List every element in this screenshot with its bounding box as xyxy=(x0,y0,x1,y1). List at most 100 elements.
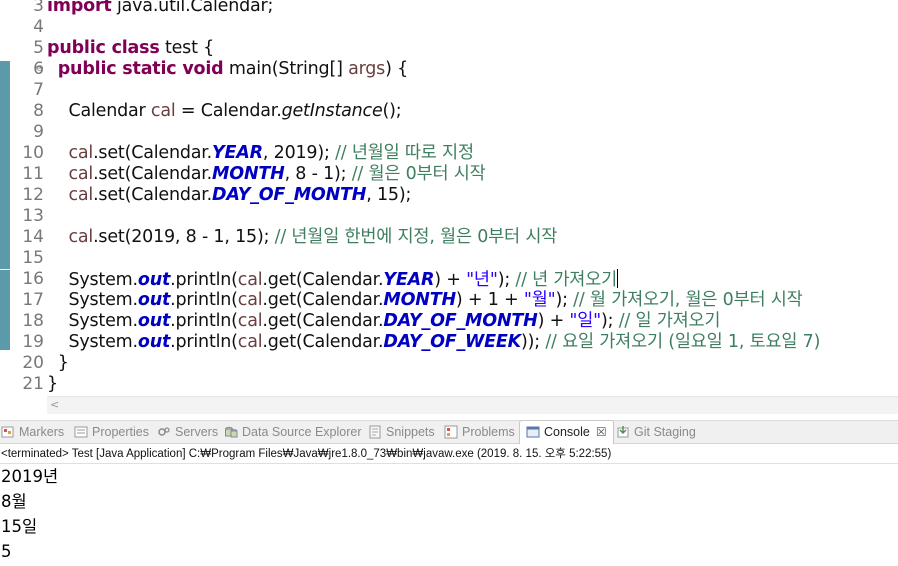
code-token: .set(Calendar. xyxy=(93,164,213,184)
tab-console[interactable]: Console ☒ xyxy=(519,420,614,444)
line-number: 9 xyxy=(33,122,44,142)
code-token: (); xyxy=(382,101,402,121)
line-number: 4 xyxy=(33,17,44,37)
code-line[interactable]: public static void main(String[] args) { xyxy=(47,59,409,80)
line-number: 16 xyxy=(22,269,44,289)
code-line[interactable]: System.out.println(cal.get(Calendar.DAY_… xyxy=(47,332,820,353)
code-token: , 15); xyxy=(366,185,412,205)
tab-label: Git Staging xyxy=(634,425,696,439)
code-token: , 2019); xyxy=(262,143,336,163)
code-token: cal xyxy=(237,332,263,352)
line-number: 19 xyxy=(22,332,44,352)
tab-markers[interactable]: Markers xyxy=(1,421,64,444)
code-token: .set(2019, 8 - 1, 15); xyxy=(93,227,275,247)
line-number: 12 xyxy=(22,185,44,205)
console-icon xyxy=(526,424,540,438)
data-source-explorer-icon xyxy=(224,424,238,438)
code-token: test { xyxy=(159,38,215,58)
code-line[interactable]: cal.set(Calendar.YEAR, 2019); // 년월일 따로 … xyxy=(47,143,474,164)
code-token: System. xyxy=(47,290,138,310)
code-token: cal xyxy=(237,270,263,290)
code-editor[interactable]: 3 4 5 6 ⊖ 7 8 9 10 11 12 13 14 15 16 17 18 19 20 21 import … xyxy=(0,0,898,396)
tab-problems[interactable]: Problems xyxy=(444,421,515,444)
servers-icon xyxy=(157,424,171,438)
code-token: DAY_OF_WEEK xyxy=(383,332,522,352)
code-line[interactable]: public class test { xyxy=(47,38,214,59)
code-area[interactable]: import java.util.Calendar; public class t… xyxy=(47,0,898,396)
view-tab-bar: Markers Properties Servers Data Source Expl… xyxy=(0,420,898,444)
text-caret xyxy=(617,269,618,288)
tab-servers[interactable]: Servers xyxy=(157,421,218,444)
code-token: ); xyxy=(601,311,619,331)
code-line[interactable]: cal.set(2019, 8 - 1, 15); // 년월일 한번에 지정,… xyxy=(47,227,557,248)
tab-label: Snippets xyxy=(386,425,435,439)
horizontal-scrollbar[interactable]: < xyxy=(47,396,898,414)
line-number: 15 xyxy=(22,248,44,268)
scroll-left-icon[interactable]: < xyxy=(50,398,59,411)
line-number: 7 xyxy=(33,80,44,100)
code-line[interactable]: cal.set(Calendar.MONTH, 8 - 1); // 월은 0부… xyxy=(47,164,485,185)
code-token: ) + xyxy=(434,270,467,290)
properties-icon xyxy=(74,424,88,438)
code-token: ) { xyxy=(385,59,409,79)
code-token: public class xyxy=(47,38,160,58)
code-token: .println( xyxy=(170,290,238,310)
code-token: ) + xyxy=(537,311,570,331)
problems-icon xyxy=(444,424,458,439)
code-token: out xyxy=(137,290,171,310)
tab-label: Markers xyxy=(19,425,65,439)
tab-snippets[interactable]: Snippets xyxy=(368,421,435,444)
code-token: cal xyxy=(237,290,263,310)
code-token: DAY_OF_MONTH xyxy=(212,185,367,205)
code-line[interactable]: System.out.println(cal.get(Calendar.MONT… xyxy=(47,290,803,311)
code-token: .println( xyxy=(170,270,238,290)
code-token: "년" xyxy=(466,270,498,290)
tab-properties[interactable]: Properties xyxy=(74,421,149,444)
code-line[interactable]: Calendar cal = Calendar.getInstance(); xyxy=(47,101,402,122)
fold-collapse-icon[interactable]: ⊖ xyxy=(35,64,45,74)
code-token: , 8 - 1); xyxy=(284,164,352,184)
code-token: out xyxy=(137,311,171,331)
code-token: MONTH xyxy=(383,290,456,310)
code-token: .set(Calendar. xyxy=(93,185,213,205)
code-token: import xyxy=(47,0,112,16)
console-output-line: 5 xyxy=(1,542,12,561)
tab-label: Problems xyxy=(462,425,515,439)
code-token: // 년월일 따로 지정 xyxy=(335,143,474,163)
code-token: cal xyxy=(68,185,94,205)
code-line[interactable]: } xyxy=(47,353,69,374)
line-number: 14 xyxy=(22,227,44,247)
code-line[interactable]: System.out.println(cal.get(Calendar.DAY_… xyxy=(47,311,720,332)
code-line[interactable]: } xyxy=(47,374,58,395)
line-number: 11 xyxy=(22,164,44,184)
change-ruler-mark xyxy=(0,270,10,350)
tab-data-source-explorer[interactable]: Data Source Explorer xyxy=(224,421,362,444)
code-token: // 월 가져오기, 월은 0부터 시작 xyxy=(573,290,803,310)
code-line[interactable]: import java.util.Calendar; xyxy=(47,0,273,17)
console-process-label: <terminated> Test [Java Application] C:₩… xyxy=(1,448,612,460)
code-line[interactable]: cal.set(Calendar.DAY_OF_MONTH, 15); xyxy=(47,185,411,206)
line-number: 5 xyxy=(33,38,44,58)
console-output-line: 2019년 xyxy=(1,467,59,486)
markers-icon xyxy=(1,424,15,438)
code-token: cal xyxy=(68,227,94,247)
console-output-line: 8월 xyxy=(1,492,27,511)
code-token: YEAR xyxy=(383,270,435,290)
tab-git-staging[interactable]: Git Staging xyxy=(616,421,696,444)
code-token: ); xyxy=(555,290,574,310)
code-token: cal xyxy=(150,101,176,121)
close-tab-icon[interactable]: ☒ xyxy=(596,425,607,439)
code-token: MONTH xyxy=(212,164,285,184)
change-ruler xyxy=(0,0,10,396)
code-line[interactable]: System.out.println(cal.get(Calendar.YEAR… xyxy=(47,269,618,290)
console-view: <terminated> Test [Java Application] C:₩… xyxy=(0,445,898,566)
code-token: cal xyxy=(68,164,94,184)
code-token: out xyxy=(137,270,171,290)
line-number: 20 xyxy=(22,353,44,373)
code-token: ); xyxy=(497,270,516,290)
code-token: .set(Calendar. xyxy=(93,143,213,163)
code-token: )); xyxy=(521,332,546,352)
code-token: = Calendar. xyxy=(175,101,282,121)
